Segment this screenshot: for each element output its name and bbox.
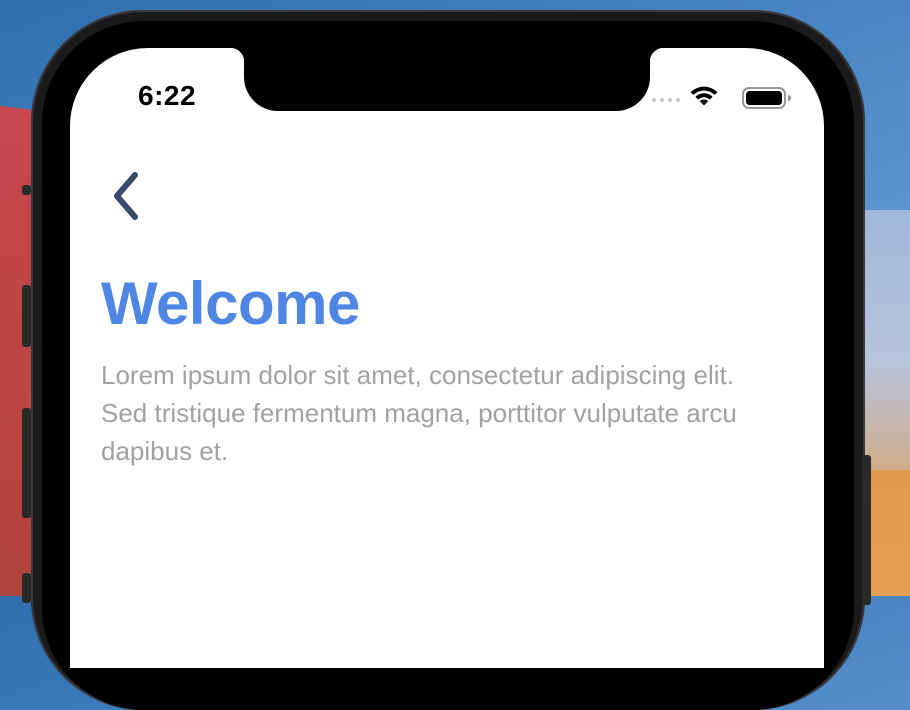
notch — [230, 48, 664, 111]
body-text: Lorem ipsum dolor sit amet, consectetur … — [101, 360, 737, 466]
power-button — [862, 455, 871, 605]
mute-switch — [22, 185, 31, 195]
back-button[interactable] — [106, 168, 146, 224]
page-title: Welcome — [101, 270, 360, 337]
side-button-lower — [22, 573, 31, 603]
status-time: 6:22 — [138, 80, 197, 111]
cellular-signal-icon — [652, 98, 680, 102]
battery-icon — [742, 87, 791, 109]
volume-up-button — [22, 285, 31, 347]
wifi-icon — [690, 86, 718, 106]
chevron-left-icon — [114, 172, 138, 220]
volume-down-button — [22, 408, 31, 518]
phone-screen: 6:22 Welcome Lorem ipsum dolor sit amet,… — [70, 48, 824, 668]
